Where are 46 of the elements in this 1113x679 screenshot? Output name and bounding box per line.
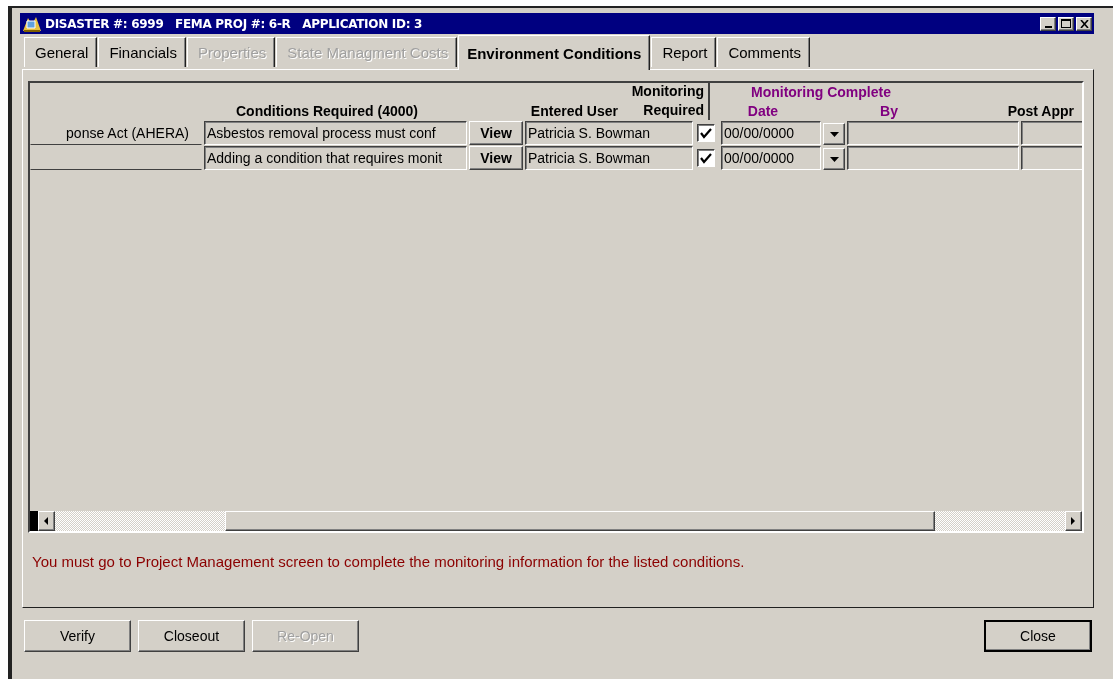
- right-arrow-icon: [1071, 517, 1076, 525]
- tab[interactable]: General: [24, 37, 98, 67]
- column-group-header: Monitoring Complete: [750, 84, 892, 100]
- check-icon: [700, 127, 712, 139]
- by-field[interactable]: [847, 121, 1019, 145]
- by-field[interactable]: [847, 146, 1019, 170]
- post-appr-field[interactable]: [1021, 146, 1082, 170]
- action-button[interactable]: Verify: [24, 620, 131, 652]
- info-message: You must go to Project Management screen to complete the monitoring information for the listed conditions.: [32, 553, 746, 570]
- action-button[interactable]: Closeout: [138, 620, 245, 652]
- caret-icon: [829, 156, 839, 162]
- maximize-button[interactable]: [1058, 16, 1074, 31]
- close-button[interactable]: Close: [984, 620, 1092, 652]
- column-header: Post Appr: [1006, 103, 1075, 119]
- check-icon: [700, 152, 712, 164]
- column-header: Date: [746, 103, 780, 119]
- condition-cell: Asbestos removal process must conf: [204, 121, 467, 145]
- post-appr-field[interactable]: [1021, 121, 1082, 145]
- condition-cell: Adding a condition that requires monit: [204, 146, 467, 170]
- checkbox[interactable]: [697, 149, 715, 167]
- tab[interactable]: Environment Conditions: [458, 35, 651, 70]
- user-cell: Patricia S. Bowman: [525, 121, 693, 145]
- maximize-icon: [1061, 19, 1071, 28]
- minimize-icon: [1044, 25, 1052, 28]
- tab[interactable]: Report: [651, 37, 717, 67]
- close-icon: [1079, 19, 1089, 28]
- window-title: DISASTER #: 6999 FEMA PROJ #: 6-R APPLICATION ID: 3: [45, 16, 424, 31]
- column-header: Conditions Required (4000): [235, 103, 419, 119]
- column-header: Monitoring Required: [622, 83, 710, 120]
- date-field[interactable]: 00/00/0000: [721, 146, 821, 170]
- column-header: Entered User: [529, 103, 619, 119]
- dropdown-button[interactable]: [823, 148, 845, 170]
- user-cell: Patricia S. Bowman: [525, 146, 693, 170]
- tab[interactable]: Financials: [98, 37, 186, 67]
- horizontal-scrollbar[interactable]: [30, 511, 1082, 531]
- dropdown-button[interactable]: [823, 123, 845, 145]
- view-button[interactable]: View: [469, 121, 523, 145]
- tab[interactable]: Comments: [717, 37, 810, 67]
- minimize-button[interactable]: [1040, 16, 1056, 31]
- date-field[interactable]: 00/00/0000: [721, 121, 821, 145]
- checkbox[interactable]: [697, 124, 715, 142]
- left-arrow-icon: [44, 517, 49, 525]
- view-button[interactable]: View: [469, 146, 523, 170]
- column-header: By: [879, 103, 899, 119]
- caret-icon: [829, 131, 839, 137]
- close-button[interactable]: [1076, 16, 1092, 31]
